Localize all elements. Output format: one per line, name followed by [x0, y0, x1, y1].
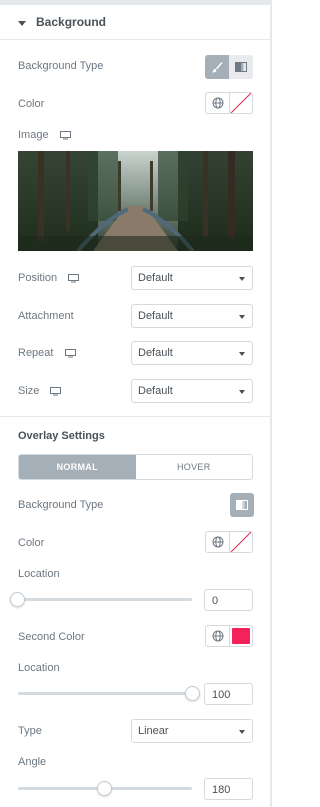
attachment-label: Attachment [18, 310, 74, 322]
angle-slider-handle[interactable] [97, 781, 112, 796]
monitor-icon[interactable] [64, 348, 76, 358]
location-2-slider-track[interactable] [18, 692, 192, 695]
position-value: Default [138, 272, 173, 284]
overlay-settings-heading: Overlay Settings [18, 430, 105, 442]
overlay-color-control [205, 531, 253, 553]
location-2-label: Location [18, 662, 60, 674]
tab-normal[interactable]: NORMAL [19, 455, 136, 479]
second-color-label: Second Color [18, 631, 85, 643]
color-control [205, 92, 253, 114]
size-value: Default [138, 385, 173, 397]
image-label: Image [18, 129, 71, 141]
monitor-icon[interactable] [68, 273, 80, 283]
second-color-control [205, 625, 253, 647]
dropdown-arrow-icon [239, 315, 245, 319]
globe-icon [212, 536, 223, 548]
state-tabs: NORMAL HOVER [18, 454, 253, 480]
overlay-gradient-type-button[interactable] [230, 493, 254, 517]
background-type-toggle [205, 55, 253, 79]
second-color-swatch[interactable] [230, 626, 252, 646]
angle-input-value: 180 [212, 784, 231, 796]
monitor-icon[interactable] [50, 386, 62, 396]
location-2-slider-handle[interactable] [185, 686, 200, 701]
location-2-input[interactable]: 100 [204, 683, 253, 705]
overlay-color-label: Color [18, 537, 45, 549]
color-swatch-empty[interactable] [230, 93, 252, 113]
repeat-label-text: Repeat [18, 347, 54, 359]
position-label-text: Position [18, 272, 58, 284]
dropdown-arrow-icon [239, 277, 245, 281]
forest-bridge-image [18, 151, 253, 251]
location-input-value: 0 [212, 595, 219, 607]
panel-right-border [270, 0, 272, 807]
gradient-icon [235, 62, 247, 72]
no-color-icon [230, 93, 252, 113]
gradient-type-button[interactable] [229, 55, 253, 79]
size-select[interactable]: Default [131, 379, 253, 403]
image-label-text: Image [18, 129, 49, 141]
background-type-label: Background Type [18, 60, 104, 72]
dropdown-arrow-icon [239, 730, 245, 734]
section-divider [0, 416, 270, 417]
location-2-input-value: 100 [212, 689, 231, 701]
size-label-text: Size [18, 385, 40, 397]
globe-icon [212, 630, 223, 642]
classic-type-button[interactable] [205, 55, 229, 79]
repeat-select[interactable]: Default [131, 341, 253, 365]
global-colors-button[interactable] [206, 532, 230, 552]
gradient-type-label: Type [18, 725, 42, 737]
position-label: Position [18, 272, 80, 284]
background-section-header[interactable]: Background [0, 5, 270, 40]
dropdown-arrow-icon [239, 352, 245, 356]
global-colors-button[interactable] [206, 93, 230, 113]
size-label: Size [18, 385, 62, 397]
section-title: Background [36, 15, 107, 29]
overlay-background-type-label: Background Type [18, 499, 104, 511]
angle-label: Angle [18, 756, 47, 768]
gradient-type-select[interactable]: Linear [131, 719, 253, 743]
tab-hover[interactable]: HOVER [135, 455, 252, 479]
background-image-preview[interactable] [18, 151, 253, 251]
monitor-icon[interactable] [59, 130, 71, 140]
dropdown-arrow-icon [239, 390, 245, 394]
gradient-icon [236, 500, 248, 510]
repeat-label: Repeat [18, 347, 76, 359]
attachment-select[interactable]: Default [131, 304, 253, 328]
location-slider-track[interactable] [18, 598, 192, 601]
location-input[interactable]: 0 [204, 589, 253, 611]
location-label: Location [18, 568, 60, 580]
globe-icon [212, 97, 223, 109]
second-color-fill [232, 628, 250, 644]
caret-down-icon [18, 21, 26, 26]
global-colors-button[interactable] [206, 626, 230, 646]
repeat-value: Default [138, 347, 173, 359]
no-color-icon [230, 532, 252, 552]
gradient-type-value: Linear [138, 725, 169, 737]
angle-input[interactable]: 180 [204, 778, 253, 800]
position-select[interactable]: Default [131, 266, 253, 290]
location-slider-handle[interactable] [10, 592, 25, 607]
color-label: Color [18, 98, 45, 110]
attachment-value: Default [138, 310, 173, 322]
overlay-color-swatch-empty[interactable] [230, 532, 252, 552]
brush-icon [212, 62, 223, 73]
